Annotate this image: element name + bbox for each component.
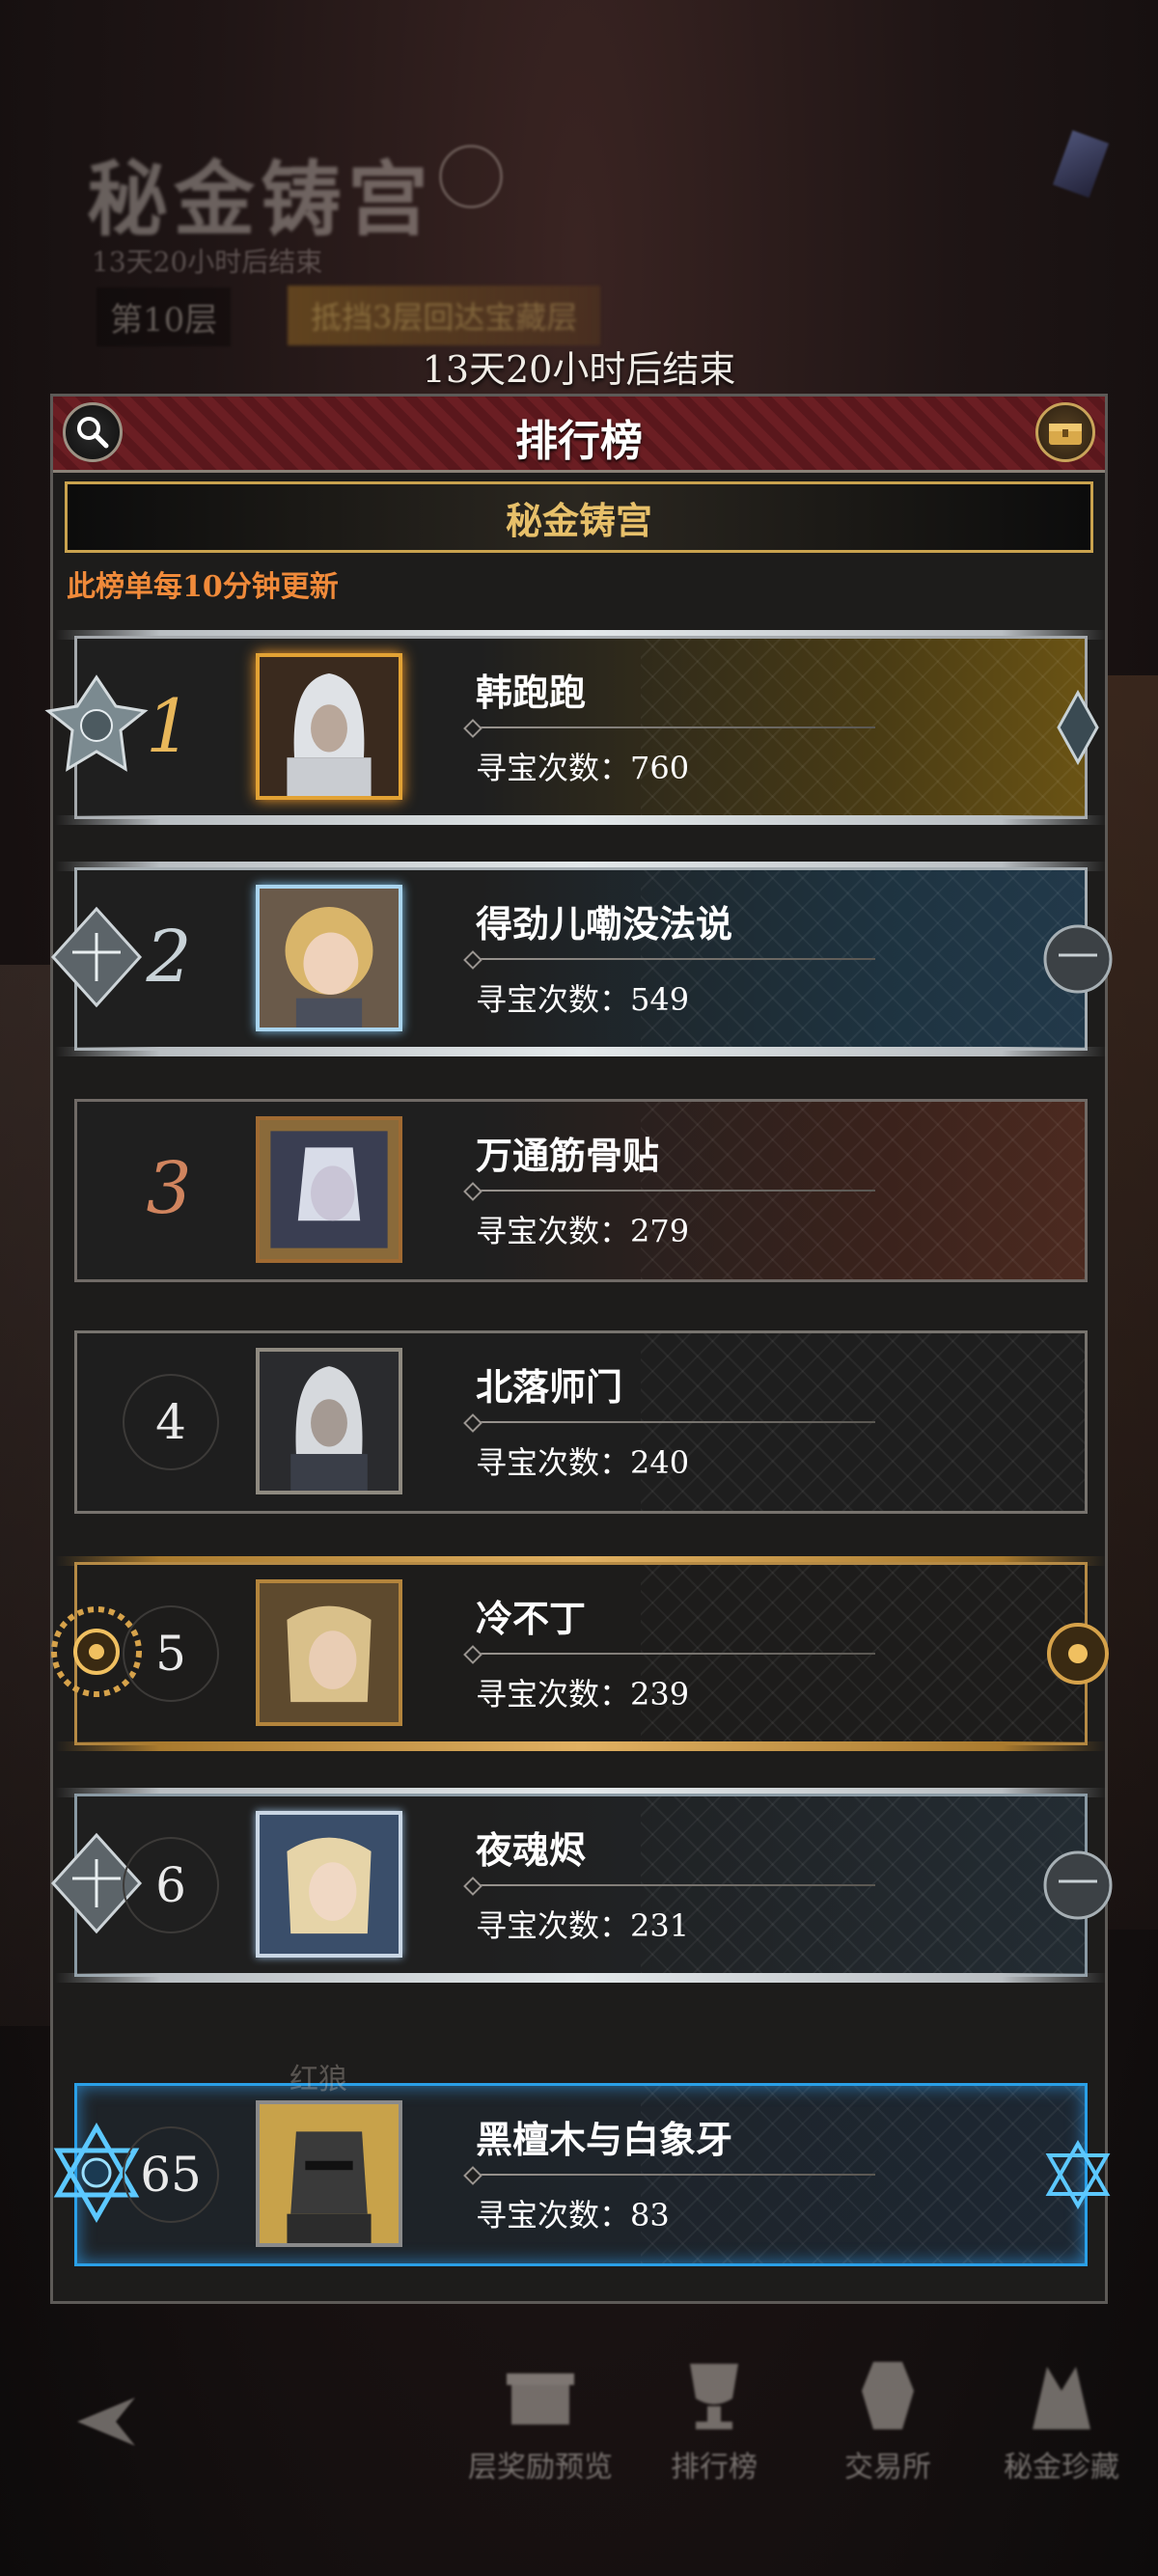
nav-exchange[interactable]: 交易所: [801, 2335, 975, 2499]
row-divider: [470, 726, 875, 728]
player-name: 北落师门: [476, 1365, 623, 1409]
scales-icon: [1043, 924, 1113, 994]
avatar[interactable]: [256, 1348, 402, 1494]
sun-icon: [1047, 1623, 1109, 1685]
blonde-girl-avatar: [260, 889, 399, 1028]
row-trim: [55, 1741, 1107, 1751]
treasure-count: 寻宝次数：83: [476, 2197, 670, 2233]
crowned-woman-avatar: [260, 1583, 399, 1722]
nav-label: 排行榜: [671, 2451, 758, 2484]
row-divider: [470, 1653, 875, 1655]
rank-number: 4: [123, 1374, 219, 1470]
crowned-woman-avatar: [260, 1815, 399, 1954]
avatar[interactable]: [256, 1116, 402, 1263]
scales-icon: [1043, 1850, 1113, 1920]
crystal-icon: [1057, 689, 1099, 766]
treasure-count: 寻宝次数：240: [476, 1444, 690, 1481]
back-arrow-icon[interactable]: [58, 2388, 145, 2455]
player-name: 万通筋骨贴: [476, 1134, 660, 1177]
rank-number: 3: [146, 1147, 192, 1230]
treasure-count: 寻宝次数：279: [476, 1213, 690, 1249]
nav-label: 层奖励预览: [468, 2451, 613, 2484]
avatar[interactable]: [256, 885, 402, 1031]
leaderboard-row[interactable]: 2 得劲儿嘞没法说 寻宝次数：549: [50, 862, 1113, 1056]
nav-treasure[interactable]: 秘金珍藏: [975, 2335, 1148, 2499]
row-trim: [55, 1047, 1107, 1056]
hooded-figure-avatar: [260, 657, 399, 796]
player-name: 冷不丁: [476, 1597, 587, 1640]
background-tag: 抵挡3层回达宝藏层: [288, 286, 601, 345]
hexagram-icon: [1045, 2139, 1111, 2210]
row-divider: [470, 2174, 875, 2176]
background-subtitle: 13天20小时后结束: [92, 246, 323, 278]
treasure-count: 寻宝次数：239: [476, 1676, 690, 1713]
rank-number: 6: [123, 1837, 219, 1933]
leaderboard-row[interactable]: 3 万通筋骨贴 寻宝次数：279: [74, 1099, 1088, 1282]
chest-icon: [1049, 424, 1082, 445]
my-rank-row[interactable]: 65 黑檀木与白象牙 寻宝次数：83: [53, 2083, 1111, 2266]
nav-label: 交易所: [844, 2451, 931, 2484]
chest-button[interactable]: [1035, 402, 1095, 462]
row-divider: [470, 1884, 875, 1886]
rank-number: 1: [145, 682, 193, 769]
gift-icon: [507, 2373, 574, 2425]
nav-leaderboard[interactable]: 排行榜: [627, 2335, 801, 2499]
player-name: 得劲儿嘞没法说: [476, 902, 733, 945]
trophy-icon: [690, 2364, 738, 2429]
player-name: 黑檀木与白象牙: [476, 2118, 733, 2161]
row-divider: [470, 1421, 875, 1423]
row-trim: [55, 1973, 1107, 1983]
rank-number: 65: [123, 2126, 219, 2223]
treasure-count: 寻宝次数：760: [476, 750, 690, 786]
leaderboard-row[interactable]: 4 北落师门 寻宝次数：240: [74, 1330, 1088, 1514]
avatar[interactable]: [256, 2100, 402, 2247]
player-name: 夜魂烬: [476, 1828, 587, 1872]
treasure-count: 寻宝次数：549: [476, 981, 690, 1018]
dungeon-banner-label: 秘金铸宫: [505, 498, 652, 542]
gem-icon: [1052, 129, 1110, 199]
exchange-icon: [862, 2362, 914, 2429]
update-note: 此榜单每10分钟更新: [67, 570, 339, 604]
row-divider: [470, 958, 875, 960]
leaderboard-panel: 排行榜 秘金铸宫 此榜单每10分钟更新 1 韩跑跑 寻宝次数：760 2 得劲儿…: [44, 394, 1113, 2304]
end-timer: 13天20小时后结束: [422, 348, 736, 391]
player-name: 韩跑跑: [476, 671, 587, 714]
leaderboard-row[interactable]: 5 冷不丁 寻宝次数：239: [51, 1556, 1109, 1751]
row-divider: [470, 1190, 875, 1192]
row-trim: [55, 815, 1107, 825]
rank-number: 5: [123, 1605, 219, 1702]
knight-helmet-avatar: [260, 2104, 399, 2243]
treasure-count: 寻宝次数：231: [476, 1907, 690, 1944]
avatar[interactable]: [256, 1579, 402, 1726]
background-title: 秘金铸宫: [87, 151, 435, 247]
partial-row-name: 红狼: [290, 2063, 347, 2096]
hooded-figure-avatar: [260, 1352, 399, 1491]
background-side-right: [1100, 675, 1158, 1930]
panel-header: 排行榜: [53, 397, 1105, 473]
rank-number: 2: [146, 916, 192, 999]
dungeon-banner: 秘金铸宫: [65, 481, 1093, 553]
avatar[interactable]: [256, 1811, 402, 1958]
panel-title: 排行榜: [515, 417, 643, 466]
leaderboard-row[interactable]: 6 夜魂烬 寻宝次数：231: [50, 1788, 1113, 1983]
background-floor: 第10层: [96, 288, 232, 346]
background-search-icon: [439, 145, 503, 208]
leaderboard-row[interactable]: 1 韩跑跑 寻宝次数：760: [44, 630, 1107, 825]
nav-label: 秘金珍藏: [1004, 2451, 1119, 2484]
nav-floor-rewards[interactable]: 层奖励预览: [454, 2335, 627, 2499]
pale-woman-avatar: [260, 1120, 399, 1259]
avatar[interactable]: [256, 653, 402, 800]
treasure-icon: [1033, 2367, 1090, 2429]
